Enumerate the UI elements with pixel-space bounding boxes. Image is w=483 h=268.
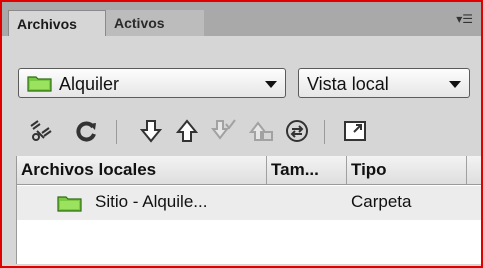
site-select-value: Alquiler (59, 74, 120, 94)
check-in-icon[interactable] (248, 118, 274, 144)
files-panel: Archivos Activos ▾☰ Alquiler Vista local (0, 0, 483, 268)
toolbar-divider (324, 120, 325, 144)
folder-icon (27, 76, 52, 92)
file-list: Archivos locales Tam... Tipo Sitio - Alq… (16, 156, 481, 264)
check-out-icon[interactable] (210, 118, 236, 144)
connect-icon[interactable] (28, 118, 54, 144)
toolbar-divider (116, 120, 117, 144)
chevron-down-icon (265, 81, 277, 88)
view-select[interactable]: Vista local (298, 68, 470, 98)
panel-menu-icon[interactable]: ▾☰ (456, 12, 473, 26)
chevron-down-icon (449, 81, 461, 88)
get-files-icon[interactable] (138, 118, 164, 144)
expand-icon[interactable] (342, 118, 368, 144)
column-header-local-files[interactable]: Archivos locales (17, 156, 267, 184)
panel-tab-bar: Archivos Activos ▾☰ (2, 2, 481, 36)
refresh-icon[interactable] (74, 118, 100, 144)
synchronize-icon[interactable] (284, 118, 310, 144)
file-type: Carpeta (351, 192, 412, 211)
tab-archivos[interactable]: Archivos (8, 10, 106, 36)
file-name: Sitio - Alquile... (95, 192, 208, 211)
put-files-icon[interactable] (174, 118, 200, 144)
files-toolbar (2, 108, 481, 152)
column-header-type[interactable]: Tipo (347, 156, 467, 184)
table-row[interactable]: Sitio - Alquile... Carpeta (17, 186, 481, 220)
view-select-value: Vista local (307, 74, 389, 94)
file-list-header: Archivos locales Tam... Tipo (17, 156, 481, 185)
site-select[interactable]: Alquiler (18, 68, 286, 98)
column-header-size[interactable]: Tam... (267, 156, 347, 184)
tab-activos[interactable]: Activos (106, 10, 204, 36)
folder-icon (57, 196, 82, 212)
